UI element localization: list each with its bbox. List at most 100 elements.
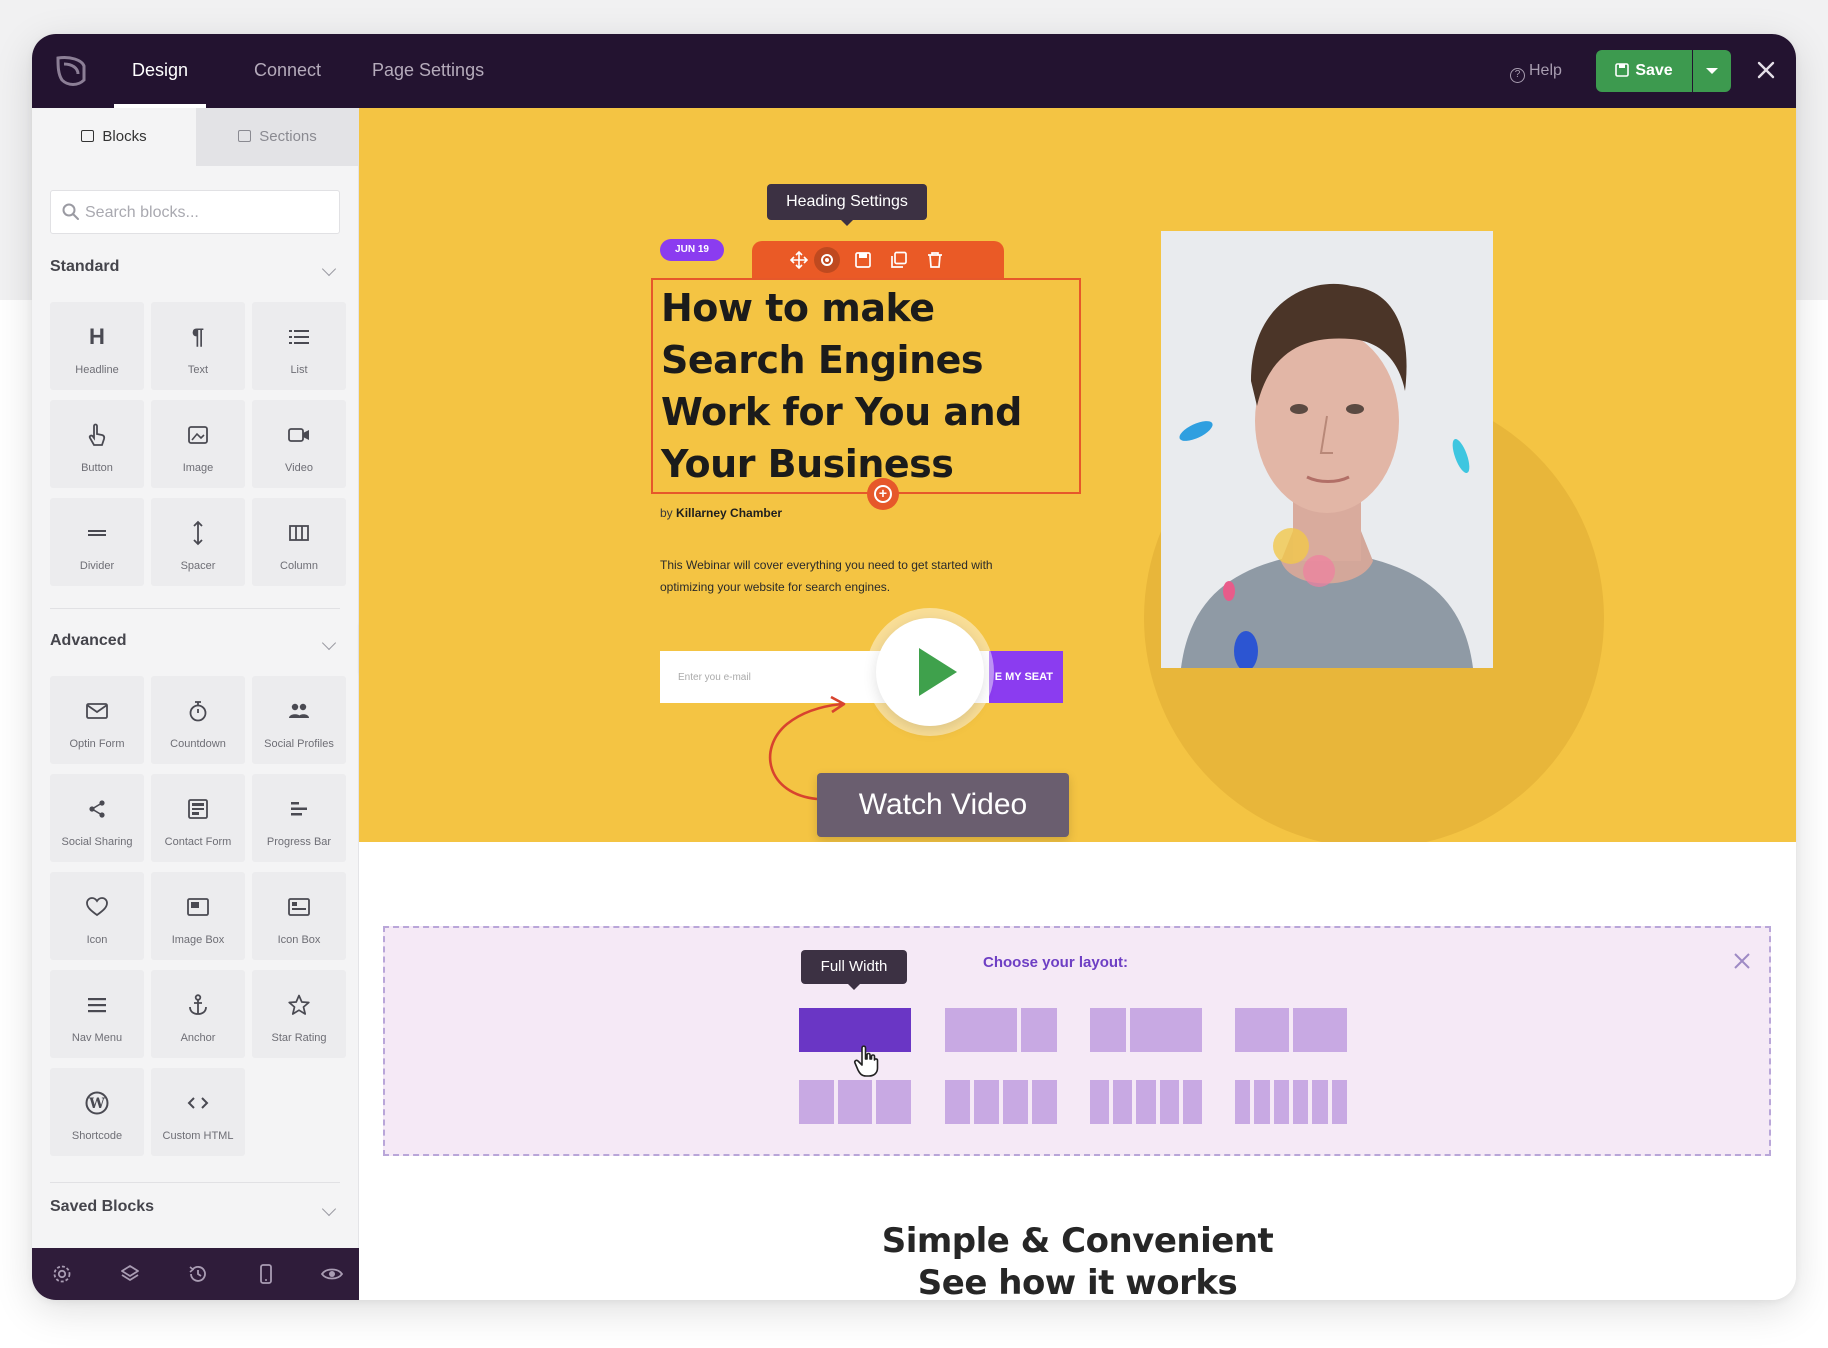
headline-block-selected[interactable]: How to make Search Engines Work for You … — [651, 278, 1081, 494]
category-standard-label: Standard — [50, 258, 120, 275]
block-label: Nav Menu — [71, 1032, 123, 1044]
block-label: Video — [285, 462, 313, 474]
block-image[interactable]: Image — [151, 400, 245, 488]
tab-design[interactable]: Design — [113, 34, 207, 108]
layout-option-2-col[interactable] — [1235, 1008, 1347, 1052]
block-label: Spacer — [180, 560, 216, 572]
close-icon[interactable] — [1748, 52, 1784, 88]
wordpress-icon: W — [50, 1090, 144, 1116]
block-countdown[interactable]: Countdown — [151, 676, 245, 764]
mobile-icon[interactable] — [254, 1262, 278, 1286]
block-label: Icon — [86, 934, 108, 946]
block-progress-bar[interactable]: Progress Bar — [252, 774, 346, 862]
settings-icon[interactable] — [50, 1262, 74, 1286]
tab-page-settings[interactable]: Page Settings — [372, 34, 484, 108]
category-advanced-label: Advanced — [50, 632, 127, 649]
layout-option-3-col[interactable] — [799, 1080, 912, 1124]
tab-connect[interactable]: Connect — [254, 34, 321, 108]
category-divider — [50, 608, 340, 609]
tab-blocks[interactable]: Blocks — [32, 108, 196, 166]
save-button[interactable]: Save — [1596, 50, 1692, 92]
block-icon-box[interactable]: Icon Box — [252, 872, 346, 960]
block-star-rating[interactable]: Star Rating — [252, 970, 346, 1058]
blocks-sidebar: Blocks Sections Standard H Headline ¶ Te… — [32, 108, 359, 1300]
settings-icon[interactable] — [814, 247, 840, 273]
anchor-icon — [151, 992, 245, 1018]
share-icon — [50, 796, 144, 822]
add-block-below-button[interactable] — [867, 478, 899, 510]
block-contact-form[interactable]: Contact Form — [151, 774, 245, 862]
save-options-dropdown[interactable] — [1693, 50, 1731, 92]
block-social-profiles[interactable]: Social Profiles — [252, 676, 346, 764]
users-icon — [252, 698, 346, 724]
block-label: Image — [182, 462, 214, 474]
watch-video-button[interactable]: Watch Video — [817, 773, 1069, 837]
chevron-down-icon — [321, 261, 337, 277]
sections-icon — [238, 130, 252, 142]
layout-option-5-col[interactable] — [1090, 1080, 1203, 1124]
duplicate-icon[interactable] — [890, 251, 908, 269]
block-headline[interactable]: H Headline — [50, 302, 144, 390]
history-icon[interactable] — [186, 1262, 210, 1286]
block-image-box[interactable]: Image Box — [151, 872, 245, 960]
block-label: Anchor — [180, 1032, 216, 1044]
block-label: Custom HTML — [162, 1130, 234, 1142]
close-icon[interactable] — [1731, 950, 1753, 972]
speaker-photo — [1161, 231, 1493, 668]
block-divider[interactable]: Divider — [50, 498, 144, 586]
layout-chooser: Full Width Choose your layout: — [383, 926, 1771, 1156]
help-label: Help — [1529, 62, 1562, 79]
move-icon[interactable] — [790, 251, 808, 269]
search-input[interactable] — [85, 199, 330, 227]
envelope-icon — [50, 698, 144, 724]
byline-author: Killarney Chamber — [676, 506, 783, 520]
save-icon[interactable] — [854, 251, 872, 269]
trash-icon[interactable] — [926, 251, 944, 269]
block-label: Button — [81, 462, 113, 474]
section-heading: Simple & Convenient See how it works — [359, 1220, 1796, 1300]
layout-option-6-col[interactable] — [1235, 1080, 1347, 1124]
help-link[interactable]: ? Help — [1510, 34, 1562, 108]
tab-sections[interactable]: Sections — [196, 108, 359, 166]
sidebar-footer — [32, 1248, 359, 1300]
block-label: Social Profiles — [264, 738, 334, 750]
block-shortcode[interactable]: W Shortcode — [50, 1068, 144, 1156]
block-optin-form[interactable]: Optin Form — [50, 676, 144, 764]
svg-text:W: W — [88, 1096, 105, 1112]
save-my-seat-button[interactable]: E MY SEAT — [989, 651, 1063, 703]
chevron-down-icon — [321, 1201, 337, 1217]
block-label: Countdown — [170, 738, 226, 750]
block-spacer[interactable]: Spacer — [151, 498, 245, 586]
block-social-sharing[interactable]: Social Sharing — [50, 774, 144, 862]
seedprod-logo-icon — [56, 56, 86, 86]
builder-window: Design Connect Page Settings ? Help Save … — [32, 34, 1796, 1300]
blocks-icon — [81, 130, 95, 142]
contact-form-icon — [151, 796, 245, 822]
block-video[interactable]: Video — [252, 400, 346, 488]
block-column[interactable]: Column — [252, 498, 346, 586]
block-anchor[interactable]: Anchor — [151, 970, 245, 1058]
play-video-button[interactable] — [866, 608, 994, 736]
layout-option-4-col[interactable] — [945, 1080, 1057, 1124]
block-text[interactable]: ¶ Text — [151, 302, 245, 390]
heart-icon — [50, 894, 144, 920]
block-custom-html[interactable]: Custom HTML — [151, 1068, 245, 1156]
hero-headline[interactable]: How to make Search Engines Work for You … — [661, 282, 1081, 490]
preview-icon[interactable] — [320, 1262, 344, 1286]
block-button[interactable]: Button — [50, 400, 144, 488]
layout-option-2-1[interactable] — [945, 1008, 1057, 1052]
full-width-tooltip: Full Width — [801, 950, 907, 990]
block-label: Headline — [75, 364, 119, 376]
block-label: Social Sharing — [61, 836, 133, 848]
layout-option-1-2[interactable] — [1090, 1008, 1202, 1052]
category-advanced-toggle[interactable]: Advanced — [50, 632, 340, 662]
layers-icon[interactable] — [118, 1262, 142, 1286]
category-standard-toggle[interactable]: Standard — [50, 258, 340, 288]
block-label: Progress Bar — [266, 836, 332, 848]
block-icon[interactable]: Icon — [50, 872, 144, 960]
hero-section[interactable]: Heading Settings JUN 19 How to make Sear… — [359, 108, 1796, 842]
block-nav-menu[interactable]: Nav Menu — [50, 970, 144, 1058]
block-list[interactable]: List — [252, 302, 346, 390]
category-saved-toggle[interactable]: Saved Blocks — [50, 1198, 340, 1228]
block-label: Shortcode — [71, 1130, 123, 1142]
